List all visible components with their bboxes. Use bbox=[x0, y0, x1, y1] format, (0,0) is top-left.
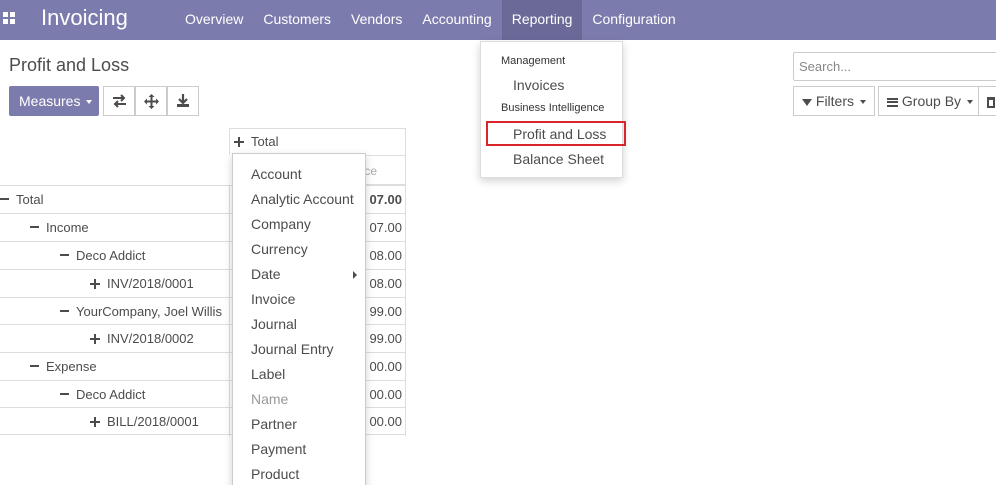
groupby-option[interactable]: Name bbox=[251, 391, 288, 407]
filters-button[interactable]: Filters bbox=[793, 86, 876, 116]
row-value: 00.00 bbox=[369, 359, 402, 374]
plus-icon bbox=[90, 278, 100, 289]
row-value: 99.00 bbox=[369, 304, 402, 319]
groupby-option[interactable]: Account bbox=[251, 166, 302, 182]
row-value: 00.00 bbox=[369, 387, 402, 402]
row-value: 07.00 bbox=[369, 192, 402, 207]
caret-down-icon bbox=[86, 100, 93, 105]
flip-axis-button[interactable] bbox=[103, 86, 135, 116]
groupby-option[interactable]: Label bbox=[251, 366, 285, 382]
menu-invoices[interactable]: Invoices bbox=[513, 77, 564, 93]
groupby-option[interactable]: Invoice bbox=[251, 291, 295, 307]
minus-icon bbox=[0, 197, 9, 200]
trash-icon bbox=[987, 96, 995, 108]
row-label: INV/2018/0002 bbox=[107, 331, 194, 346]
groupby-button[interactable]: Group By bbox=[878, 86, 983, 116]
menu-customers[interactable]: Customers bbox=[253, 0, 341, 40]
groupby-label: Group By bbox=[901, 93, 962, 109]
groupby-option[interactable]: Analytic Account bbox=[251, 191, 354, 207]
row-value: 99.00 bbox=[369, 331, 402, 346]
row-label: Income bbox=[46, 220, 89, 235]
row-value: 08.00 bbox=[369, 276, 402, 291]
caret-down-icon bbox=[860, 100, 867, 105]
pivot-col-header-label: Total bbox=[251, 134, 279, 149]
reporting-dropdown: Management Invoices Business Intelligenc… bbox=[480, 41, 626, 178]
row-label: Expense bbox=[46, 359, 97, 374]
expand-all-button[interactable] bbox=[135, 86, 167, 116]
exchange-icon bbox=[113, 94, 126, 108]
row-value: 00.00 bbox=[369, 414, 402, 429]
favorites-button[interactable] bbox=[978, 86, 996, 116]
groupby-option-label: Date bbox=[251, 266, 281, 282]
pivot-col-header[interactable]: Total bbox=[229, 128, 406, 155]
minus-icon bbox=[60, 309, 69, 312]
groupby-option[interactable]: Partner bbox=[251, 416, 297, 432]
download-button[interactable] bbox=[167, 86, 199, 116]
row-label: Deco Addict bbox=[76, 387, 146, 402]
measures-label: Measures bbox=[19, 93, 81, 109]
minus-icon bbox=[30, 364, 39, 367]
groupby-option[interactable]: Journal bbox=[251, 316, 297, 332]
minus-icon bbox=[30, 225, 39, 228]
menu-configuration[interactable]: Configuration bbox=[582, 0, 685, 40]
row-label: Total bbox=[16, 192, 44, 207]
filters-label: Filters bbox=[815, 93, 855, 109]
filter-icon bbox=[802, 98, 812, 106]
apps-menu-icon[interactable] bbox=[3, 12, 17, 26]
menu-overview[interactable]: Overview bbox=[175, 0, 253, 40]
menu-balance-sheet[interactable]: Balance Sheet bbox=[513, 151, 604, 167]
caret-down-icon bbox=[967, 100, 974, 105]
caret-right-icon bbox=[353, 271, 357, 279]
row-value: 08.00 bbox=[369, 248, 402, 263]
row-label: Deco Addict bbox=[76, 248, 146, 263]
row-value: 07.00 bbox=[369, 220, 402, 235]
arrows-icon bbox=[144, 94, 159, 109]
groupby-option[interactable]: Journal Entry bbox=[251, 341, 333, 357]
plus-icon bbox=[90, 416, 100, 427]
plus-icon bbox=[234, 136, 244, 147]
minus-icon bbox=[60, 253, 69, 256]
groupby-option-date[interactable]: Date bbox=[251, 266, 363, 282]
section-header: Business Intelligence bbox=[501, 102, 605, 114]
plus-icon bbox=[90, 333, 100, 344]
selection-highlight bbox=[486, 121, 626, 146]
groupby-option[interactable]: Payment bbox=[251, 441, 306, 457]
groupby-option[interactable]: Company bbox=[251, 216, 311, 232]
groupby-option[interactable]: Product bbox=[251, 466, 299, 482]
search-placeholder: Search... bbox=[799, 59, 852, 74]
app-title: Invoicing bbox=[41, 5, 128, 30]
groupby-option[interactable]: Currency bbox=[251, 241, 308, 257]
download-icon bbox=[177, 94, 189, 107]
search-input[interactable]: Search... bbox=[793, 52, 996, 81]
measures-button[interactable]: Measures bbox=[9, 86, 99, 116]
minus-icon bbox=[60, 392, 69, 395]
menu-vendors[interactable]: Vendors bbox=[341, 0, 412, 40]
row-label: YourCompany, Joel Willis bbox=[76, 304, 222, 319]
groupby-dropdown: Account Analytic Account Company Currenc… bbox=[232, 153, 366, 485]
row-label: INV/2018/0001 bbox=[107, 276, 194, 291]
section-header: Management bbox=[501, 55, 566, 67]
menu-accounting[interactable]: Accounting bbox=[412, 0, 501, 40]
top-navbar: Invoicing Overview Customers Vendors Acc… bbox=[0, 0, 996, 40]
bars-icon bbox=[887, 97, 898, 107]
page-title: Profit and Loss bbox=[9, 55, 130, 75]
row-label: BILL/2018/0001 bbox=[107, 414, 199, 429]
menu-reporting[interactable]: Reporting bbox=[501, 0, 583, 40]
main-menu: Overview Customers Vendors Accounting Re… bbox=[175, 0, 686, 40]
